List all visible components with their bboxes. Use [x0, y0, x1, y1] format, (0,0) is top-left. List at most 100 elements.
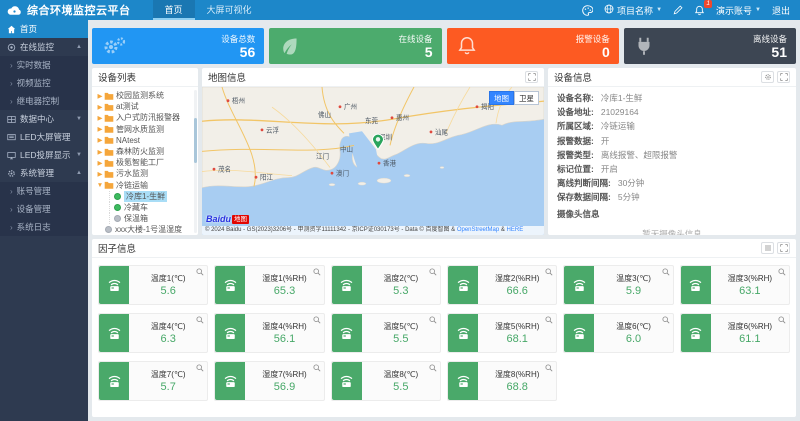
svg-text:佛山: 佛山 [318, 110, 331, 119]
magnifier-icon[interactable] [313, 316, 321, 324]
map-type-satellite-button[interactable]: 卫星 [514, 91, 539, 105]
sidebar-item-8[interactable]: 系统管理▲ [0, 164, 88, 182]
caret-collapsed-icon[interactable]: ▶ [96, 136, 104, 144]
project-selector[interactable]: 项目名称 ▼ [604, 4, 662, 17]
factor-label: 湿度1(%RH) [262, 273, 306, 284]
sidebar-item-10[interactable]: ›设备管理 [0, 200, 88, 218]
topbar-actions: 项目名称 ▼ 1 演示账号 ▼ 退出 [582, 4, 800, 17]
sidebar-item-6[interactable]: LED大屏管理 [0, 128, 88, 146]
factors-fullscreen-icon[interactable] [777, 242, 790, 254]
here-link[interactable]: HERE [507, 227, 524, 233]
sidebar-item-2[interactable]: › 实时数据 [0, 56, 88, 74]
magnifier-icon[interactable] [545, 316, 553, 324]
device-settings-icon[interactable] [761, 71, 774, 83]
tree-node-7[interactable]: ▶污水监测 [96, 168, 196, 179]
edit-icon[interactable] [673, 5, 683, 15]
map-graphic: 梧州云浮广州佛山东莞惠州汕尾揭阳潮州中山江门深圳香港澳门阳江茂名 [202, 87, 544, 235]
sidebar-item-label: 实时数据 [17, 59, 51, 71]
tree-node-9[interactable]: 冷库1-生鲜 [109, 191, 196, 202]
top-nav: 首页 大屏可视化 [153, 0, 264, 20]
tree-node-6[interactable]: ▶极氪智能工厂 [96, 157, 196, 168]
magnifier-icon[interactable] [662, 268, 670, 276]
magnifier-icon[interactable] [196, 268, 204, 276]
osm-link[interactable]: OpenStreetMap [457, 227, 499, 233]
sidebar-item-9[interactable]: ›账号管理 [0, 182, 88, 200]
magnifier-icon[interactable] [778, 268, 786, 276]
nav-tab-home[interactable]: 首页 [153, 0, 195, 20]
alarm-bell-icon[interactable]: 1 [694, 5, 705, 16]
caret-collapsed-icon[interactable]: ▶ [96, 148, 104, 156]
logout-button[interactable]: 退出 [772, 4, 790, 17]
folder-icon [104, 159, 114, 167]
monitor-icon [6, 43, 16, 52]
map-fullscreen-icon[interactable] [525, 71, 538, 83]
device-info-header: 设备信息 [548, 68, 796, 87]
chevron-right-icon: › [10, 61, 13, 70]
device-info-row-7: 保存数据间隔:5分钟 [548, 190, 796, 204]
caret-collapsed-icon[interactable]: ▶ [96, 125, 104, 133]
tree-node-5[interactable]: ▶ 森林防火监测 [96, 146, 196, 157]
folder-icon [104, 181, 114, 189]
tree-node-label: 冷链运输 [116, 180, 148, 191]
factor-label: 温度3(℃) [616, 273, 651, 284]
sidebar-item-11[interactable]: ›系统日志 [0, 218, 88, 236]
tree-node-1[interactable]: ▶at测试 [96, 101, 196, 112]
sensor-icon [332, 314, 362, 352]
svg-text:江门: 江门 [316, 151, 329, 160]
chevron-down-icon: ▼ [76, 152, 82, 158]
chevron-right-icon: › [10, 79, 13, 88]
factor-card-10: 温度6(℃)6.0 [563, 313, 673, 353]
magnifier-icon[interactable] [545, 268, 553, 276]
caret-expanded-icon[interactable]: ▼ [96, 182, 104, 189]
magnifier-icon[interactable] [545, 364, 553, 372]
sidebar-item-3[interactable]: ›视频监控 [0, 74, 88, 92]
sidebar-item-7[interactable]: LED投屏显示▼ [0, 146, 88, 164]
sidebar-item-5[interactable]: 数据中心▼ [0, 110, 88, 128]
svg-text:中山: 中山 [340, 144, 353, 153]
svg-text:广州: 广州 [344, 102, 357, 111]
caret-collapsed-icon[interactable]: ▶ [96, 159, 104, 167]
chevron-right-icon: › [10, 97, 13, 106]
magnifier-icon[interactable] [778, 316, 786, 324]
caret-collapsed-icon[interactable]: ▶ [96, 114, 104, 122]
caret-collapsed-icon[interactable]: ▶ [96, 103, 104, 111]
device-info-fullscreen-icon[interactable] [777, 71, 790, 83]
map-canvas[interactable]: 梧州云浮广州佛山东莞惠州汕尾揭阳潮州中山江门深圳香港澳门阳江茂名 地图 卫星 B… [202, 87, 544, 235]
theme-palette-icon[interactable] [582, 5, 593, 16]
factor-card-11: 湿度6(%RH)61.1 [680, 313, 790, 353]
tree-node-2[interactable]: ▶入户式防汛报警器 [96, 112, 196, 123]
magnifier-icon[interactable] [429, 268, 437, 276]
field-label: 保存数据间隔: [557, 191, 611, 203]
sidebar-item-4[interactable]: ›继电器控制 [0, 92, 88, 110]
map-attribution: © 2024 Baidu - GS(2023)3206号 - 甲测资字11111… [202, 226, 544, 235]
magnifier-icon[interactable] [196, 364, 204, 372]
magnifier-icon[interactable] [196, 316, 204, 324]
magnifier-icon[interactable] [313, 268, 321, 276]
account-selector[interactable]: 演示账号 ▼ [716, 4, 761, 17]
caret-collapsed-icon[interactable]: ▶ [96, 170, 104, 178]
device-list-title: 设备列表 [98, 70, 136, 84]
map-type-map-button[interactable]: 地图 [489, 91, 514, 105]
tree-node-4[interactable]: ▶NAtest [96, 135, 196, 146]
magnifier-icon[interactable] [313, 364, 321, 372]
tree-node-11[interactable]: 保温箱 [109, 213, 196, 224]
tree-node-label: 森林防火监测 [116, 146, 164, 157]
tree-node-0[interactable]: ▶校园监测系统 [96, 90, 196, 101]
tree-node-8[interactable]: ▼ 冷链运输 [96, 180, 196, 191]
magnifier-icon[interactable] [429, 316, 437, 324]
nav-tab-bigscreen[interactable]: 大屏可视化 [195, 0, 264, 20]
tree-node-10[interactable]: 冷藏车 [109, 202, 196, 213]
device-info-row-5: 标记位置:开启 [548, 162, 796, 176]
device-info-row-6: 离线判断间隔:30分钟 [548, 176, 796, 190]
magnifier-icon[interactable] [429, 364, 437, 372]
tree-scrollbar[interactable] [194, 90, 197, 233]
tree-node-12[interactable]: xxx大楼-1号温湿度 [96, 224, 196, 234]
tree-node-3[interactable]: ▶管网水质监测 [96, 124, 196, 135]
sidebar-item-1[interactable]: 在线监控▲ [0, 38, 88, 56]
sidebar-item-0[interactable]: 首页 [0, 20, 88, 38]
folder-icon [104, 92, 114, 100]
tree-scrollbar-thumb[interactable] [194, 118, 197, 163]
caret-collapsed-icon[interactable]: ▶ [96, 92, 104, 100]
factors-list-icon[interactable] [761, 242, 774, 254]
magnifier-icon[interactable] [662, 316, 670, 324]
